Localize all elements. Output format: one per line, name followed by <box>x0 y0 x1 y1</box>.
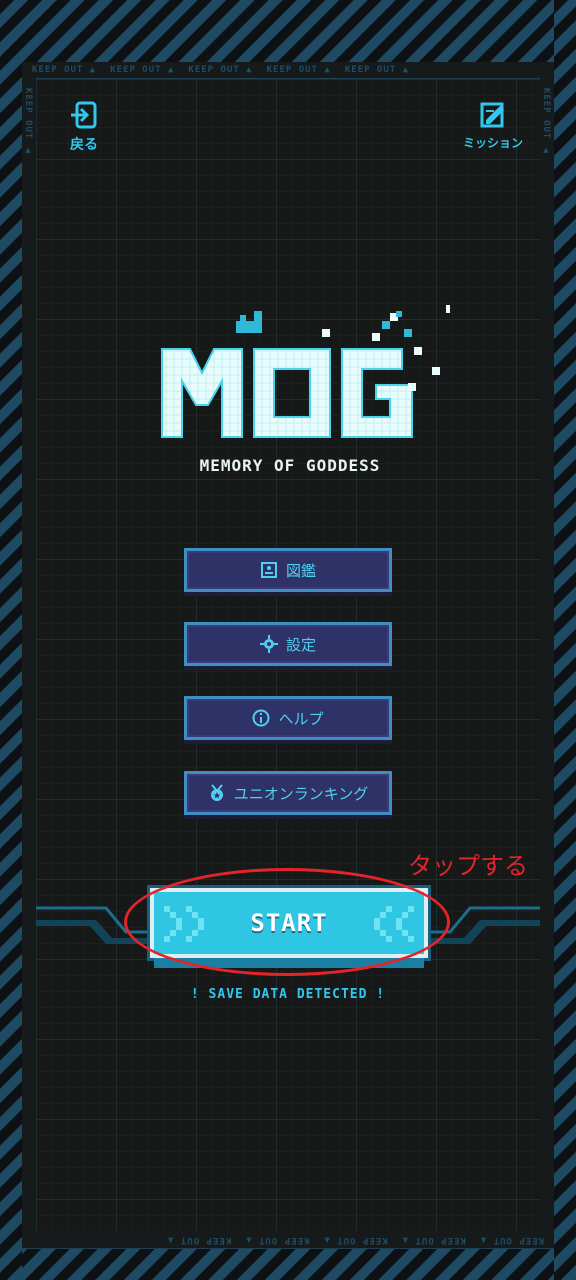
mission-label: ミッション <box>462 136 523 150</box>
union-ranking-button[interactable]: ユニオンランキング <box>184 771 392 815</box>
keep-out-tape-top: KEEP OUTKEEP OUTKEEP OUTKEEP OUTKEEP OUT <box>22 62 554 79</box>
hazard-stripe-right <box>554 0 576 1280</box>
keep-out-tape-left: KEEP OUTKEEP OUTKEEP OUTKEEP OUTKEEP OUT… <box>22 78 36 1231</box>
settings-label: 設定 <box>285 635 316 654</box>
medal-icon <box>208 784 226 802</box>
gear-icon <box>259 635 278 653</box>
encyclopedia-label: 図鑑 <box>285 561 316 580</box>
mission-button[interactable]: ミッション <box>458 100 528 151</box>
back-label: 戻る <box>70 137 98 153</box>
encyclopedia-button[interactable]: 図鑑 <box>184 548 392 592</box>
annotation-tap-text: タップする <box>408 852 528 880</box>
back-button[interactable]: 戻る <box>62 100 106 154</box>
book-icon <box>260 561 278 579</box>
keep-out-tape-right: KEEP OUTKEEP OUTKEEP OUTKEEP OUTKEEP OUT… <box>540 78 554 1231</box>
hazard-stripe-left <box>0 0 22 1280</box>
save-data-status: ! SAVE DATA DETECTED ! <box>190 987 386 1002</box>
annotation-circle <box>124 868 450 976</box>
info-icon <box>252 709 270 727</box>
help-label: ヘルプ <box>278 709 324 728</box>
hazard-stripe-top <box>0 0 576 62</box>
settings-button[interactable]: 設定 <box>184 622 392 666</box>
exit-icon <box>71 101 97 129</box>
help-button[interactable]: ヘルプ <box>184 696 392 740</box>
keep-out-tape-bottom: KEEP OUTKEEP OUTKEEP OUTKEEP OUTKEEP OUT <box>22 1231 554 1249</box>
edit-note-icon <box>480 102 504 128</box>
union-ranking-label: ユニオンランキング <box>233 784 369 803</box>
hazard-stripe-bottom <box>0 1248 576 1280</box>
logo-subtitle: MEMORY OF GODDESS <box>199 456 381 475</box>
